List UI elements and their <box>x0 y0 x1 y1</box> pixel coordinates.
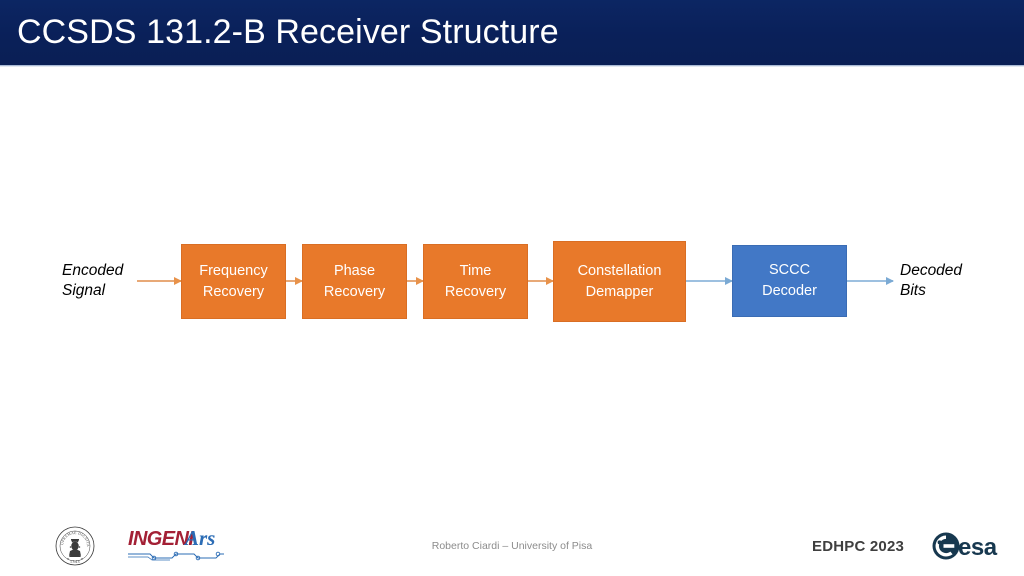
esa-globe-icon <box>932 532 960 560</box>
esa-wordmark-text: esa <box>958 534 998 561</box>
arrow-head <box>886 276 894 285</box>
arrow-input-to-frequency-recovery <box>137 276 182 285</box>
seal-year-text: 1343 <box>70 559 80 564</box>
block-constellation-demapper[interactable]: Constellation Demapper <box>553 241 686 322</box>
block-label-line2: Recovery <box>202 283 265 300</box>
block-label-line1: Constellation <box>577 262 662 279</box>
block-label-line2: Recovery <box>323 283 386 300</box>
input-signal-label: Encoded Signal <box>62 262 124 299</box>
esa-logo: esa <box>932 532 998 561</box>
block-label-line2: Decoder <box>762 283 817 299</box>
arrow-sccc-to-output <box>847 276 894 285</box>
block-time-recovery[interactable]: Time Recovery <box>423 244 528 319</box>
block-label-line2: Recovery <box>444 283 507 300</box>
block-sccc-decoder[interactable]: SCCC Decoder <box>732 245 847 317</box>
block-phase-recovery[interactable]: Phase Recovery <box>302 244 407 319</box>
receiver-structure-diagram: Encoded Signal Frequency Recovery Phase … <box>0 0 1024 576</box>
block-label-line1: SCCC <box>768 262 811 278</box>
arrow-constellation-to-sccc <box>686 276 733 285</box>
output-bits-label: Decoded Bits <box>900 262 963 299</box>
arrow-frequency-to-phase <box>286 276 303 285</box>
block-label-line1: Frequency <box>199 262 268 279</box>
conference-label: EDHPC 2023 <box>812 538 905 555</box>
block-frequency-recovery[interactable]: Frequency Recovery <box>181 244 286 319</box>
arrow-phase-to-time <box>407 276 424 285</box>
arrow-time-to-constellation <box>528 276 554 285</box>
block-label-line1: Time <box>459 262 492 279</box>
block-label-line2: Demapper <box>585 283 654 300</box>
block-label-line1: Phase <box>333 262 376 279</box>
